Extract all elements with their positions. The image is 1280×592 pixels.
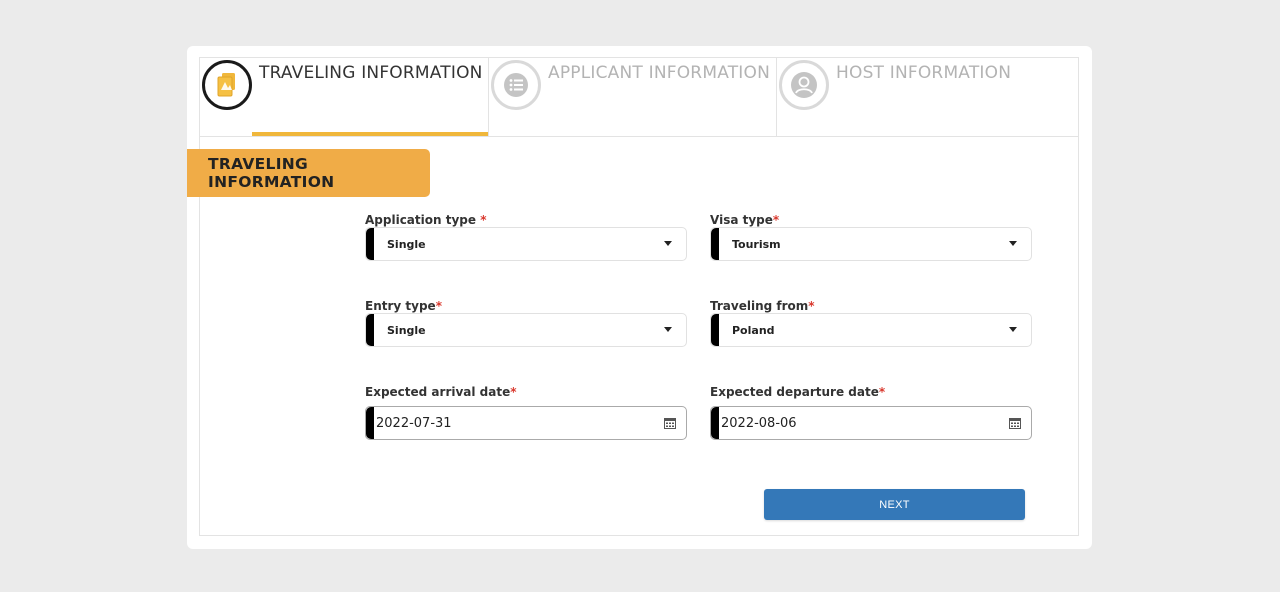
select-value: Single [387,323,426,337]
required-marker: * [435,299,442,313]
calendar-icon[interactable] [664,417,676,429]
application-type-field: Application type * Single [365,212,687,261]
step-tabs: TRAVELING INFORMATION APPLICANT INFORMAT… [199,57,1079,136]
required-marker: * [510,385,517,399]
required-marker: * [480,213,487,227]
caret-down-icon [1009,327,1017,332]
passport-document-icon [217,73,235,97]
caret-down-icon [664,327,672,332]
field-label: Expected departure date [710,385,879,399]
visa-type-field: Visa type* Tourism [710,212,1032,261]
select-value: Poland [732,323,775,337]
step-icon-circle [202,60,252,110]
field-label: Expected arrival date [365,385,511,399]
visa-type-select[interactable]: Tourism [710,227,1032,261]
departure-date-input[interactable]: 2022-08-06 [710,406,1032,440]
arrival-date-input[interactable]: 2022-07-31 [365,406,687,440]
list-icon [504,73,528,97]
entry-type-select[interactable]: Single [365,313,687,347]
required-marker: * [808,299,815,313]
tab-traveling-information[interactable]: TRAVELING INFORMATION [200,58,488,136]
departure-date-field: Expected departure date* 2022-08-06 [710,384,1032,440]
user-icon [791,72,817,98]
traveling-from-field: Traveling from* Poland [710,298,1032,347]
step-icon-circle [779,60,829,110]
field-label: Visa type [710,213,773,227]
field-label: Entry type [365,299,436,313]
application-type-select[interactable]: Single [365,227,687,261]
section-title: TRAVELING INFORMATION [187,149,430,197]
select-value: Single [387,237,426,251]
tab-label: TRAVELING INFORMATION [259,63,483,83]
tab-label: APPLICANT INFORMATION [548,63,770,83]
select-value: Tourism [732,237,781,251]
field-label: Application type [365,213,481,227]
tab-applicant-information[interactable]: APPLICANT INFORMATION [488,58,776,136]
traveling-from-select[interactable]: Poland [710,313,1032,347]
tab-host-information[interactable]: HOST INFORMATION [776,58,1078,136]
step-icon-circle [491,60,541,110]
date-value: 2022-07-31 [376,415,452,431]
arrival-date-field: Expected arrival date* 2022-07-31 [365,384,687,440]
tab-label: HOST INFORMATION [836,63,1012,83]
required-marker: * [772,213,780,227]
caret-down-icon [1009,241,1017,246]
date-value: 2022-08-06 [721,415,797,431]
required-marker: * [878,385,886,399]
caret-down-icon [664,241,672,246]
entry-type-field: Entry type* Single [365,298,687,347]
field-label: Traveling from [710,299,809,313]
calendar-icon[interactable] [1009,417,1021,429]
next-button[interactable]: NEXT [764,489,1025,520]
